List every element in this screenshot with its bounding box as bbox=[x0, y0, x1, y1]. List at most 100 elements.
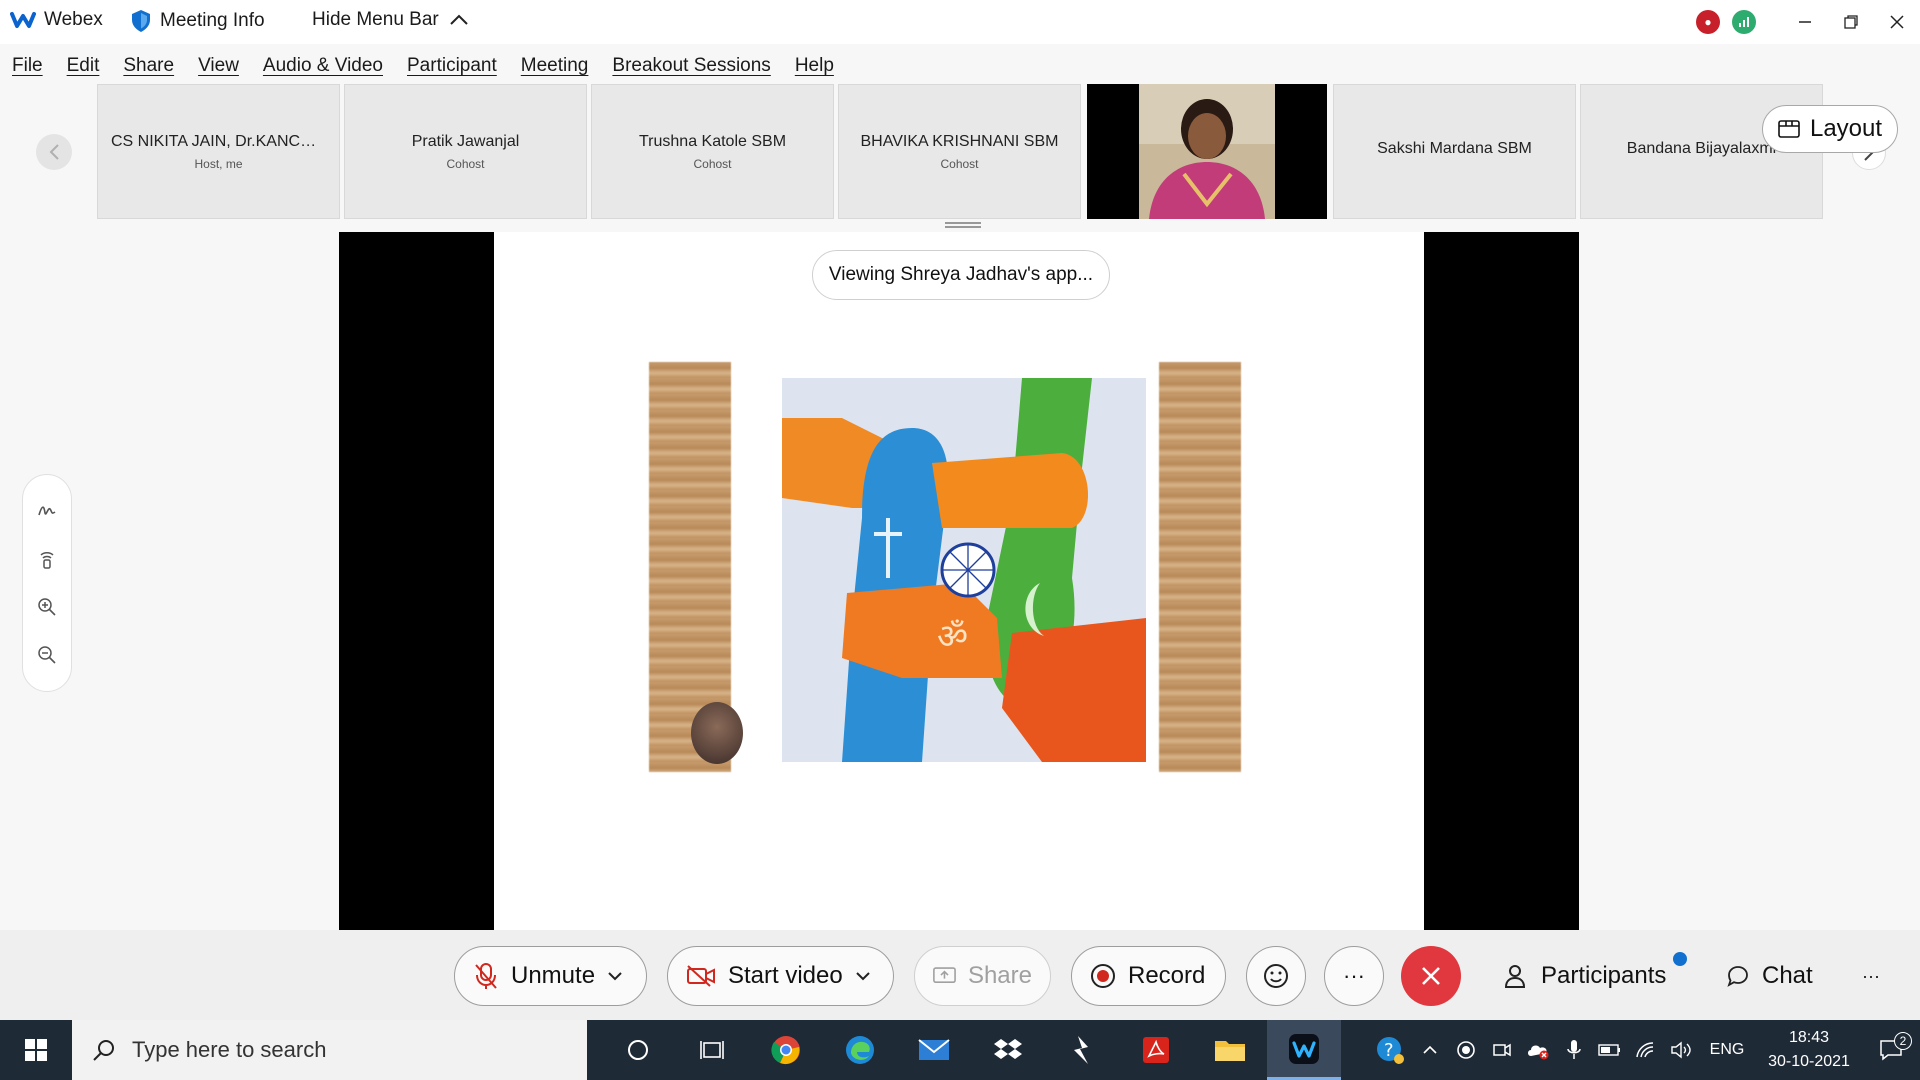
menu-edit[interactable]: Edit bbox=[67, 55, 100, 77]
search-icon bbox=[93, 1040, 114, 1061]
strip-resize-handle[interactable] bbox=[945, 222, 981, 228]
wood-panel-right bbox=[1159, 362, 1241, 772]
wifi-tray-button[interactable] bbox=[1628, 1041, 1664, 1059]
unmute-label: Unmute bbox=[511, 962, 596, 989]
meeting-info-button[interactable]: Meeting Info bbox=[130, 9, 265, 33]
shield-icon bbox=[132, 10, 150, 32]
viewing-indicator: Viewing Shreya Jadhav's app... bbox=[812, 250, 1110, 300]
start-button[interactable] bbox=[0, 1020, 72, 1080]
menu-breakout-sessions[interactable]: Breakout Sessions bbox=[612, 55, 770, 77]
share-screen-icon bbox=[933, 967, 956, 983]
participant-tile[interactable]: Pratik Jawanjal Cohost bbox=[344, 84, 587, 219]
chevron-down-icon[interactable] bbox=[607, 971, 623, 981]
restore-icon bbox=[1844, 15, 1858, 29]
dropbox-taskbar-button[interactable] bbox=[971, 1020, 1045, 1080]
chrome-taskbar-button[interactable] bbox=[749, 1020, 823, 1080]
participant-video bbox=[1139, 84, 1275, 219]
battery-tray-button[interactable] bbox=[1592, 1043, 1628, 1057]
network-health-icon[interactable] bbox=[1732, 10, 1756, 34]
dropbox-icon bbox=[994, 1039, 1022, 1059]
mail-icon bbox=[918, 1039, 950, 1060]
notification-count: 2 bbox=[1894, 1032, 1912, 1050]
shared-content-area[interactable]: Viewing Shreya Jadhav's app... ॐ bbox=[339, 232, 1579, 930]
webex-logo-icon bbox=[10, 12, 36, 28]
mail-taskbar-button[interactable] bbox=[897, 1020, 971, 1080]
participant-video-tile[interactable] bbox=[1087, 84, 1327, 219]
more-options-button[interactable]: ··· bbox=[1324, 946, 1384, 1006]
microphone-tray-button[interactable] bbox=[1556, 1039, 1592, 1061]
annotate-icon bbox=[38, 506, 56, 516]
zoom-in-button[interactable] bbox=[34, 594, 60, 620]
app-taskbar-button[interactable] bbox=[1045, 1020, 1119, 1080]
meet-now-tray-button[interactable] bbox=[1484, 1040, 1520, 1060]
share-button[interactable]: Share bbox=[914, 946, 1051, 1006]
onedrive-tray-button[interactable] bbox=[1520, 1040, 1556, 1060]
volume-tray-button[interactable] bbox=[1664, 1040, 1700, 1060]
close-window-button[interactable] bbox=[1874, 2, 1920, 42]
file-explorer-taskbar-button[interactable] bbox=[1193, 1020, 1267, 1080]
menu-audio-video[interactable]: Audio & Video bbox=[263, 55, 383, 77]
participants-panel-button[interactable]: Participants bbox=[1503, 946, 1666, 1006]
video-off-icon bbox=[687, 965, 715, 987]
minimize-button[interactable] bbox=[1782, 2, 1828, 42]
annotate-tool-button[interactable] bbox=[34, 498, 60, 524]
edge-taskbar-button[interactable] bbox=[823, 1020, 897, 1080]
taskbar-clock[interactable]: 18:43 30-10-2021 bbox=[1754, 1026, 1864, 1074]
wifi-icon bbox=[1636, 1042, 1654, 1058]
menu-bar: File Edit Share View Audio & Video Parti… bbox=[0, 48, 834, 84]
participant-tile[interactable]: Sakshi Mardana SBM bbox=[1333, 84, 1576, 219]
record-button[interactable]: Record bbox=[1071, 946, 1226, 1006]
record-circle-icon bbox=[1457, 1041, 1475, 1059]
task-view-button[interactable] bbox=[675, 1020, 749, 1080]
chat-panel-button[interactable]: Chat bbox=[1726, 946, 1813, 1006]
action-center-button[interactable]: 2 bbox=[1864, 1032, 1920, 1062]
menu-file[interactable]: File bbox=[12, 55, 43, 77]
chat-label: Chat bbox=[1762, 962, 1813, 989]
svg-text:?: ? bbox=[1384, 1040, 1394, 1061]
recording-status-icon[interactable]: ● bbox=[1696, 10, 1720, 34]
chevron-down-icon[interactable] bbox=[855, 971, 871, 981]
cortana-button[interactable] bbox=[601, 1020, 675, 1080]
windows-logo-icon bbox=[25, 1039, 47, 1061]
layout-label: Layout bbox=[1809, 115, 1883, 142]
close-icon bbox=[1422, 967, 1440, 985]
participant-name: Bandana Bijayalaxmi bbox=[1626, 139, 1777, 157]
hide-menu-bar-button[interactable]: Hide Menu Bar bbox=[312, 9, 469, 31]
panel-more-button[interactable]: ··· bbox=[1862, 946, 1880, 1006]
system-tray: ? ENG 18:43 30-10-2021 2 bbox=[1368, 1020, 1920, 1080]
close-icon bbox=[1890, 15, 1904, 29]
participant-role: Cohost bbox=[940, 156, 979, 171]
participant-name: CS NIKITA JAIN, Dr.KANCHA... bbox=[111, 132, 326, 150]
remote-control-button[interactable] bbox=[34, 546, 60, 572]
start-video-button[interactable]: Start video bbox=[667, 946, 894, 1006]
participant-tile[interactable]: Trushna Katole SBM Cohost bbox=[591, 84, 834, 219]
menu-meeting[interactable]: Meeting bbox=[521, 55, 589, 77]
record-tray-button[interactable] bbox=[1448, 1040, 1484, 1060]
record-label: Record bbox=[1128, 962, 1206, 989]
acrobat-taskbar-button[interactable] bbox=[1119, 1020, 1193, 1080]
show-hidden-icons-button[interactable] bbox=[1412, 1045, 1448, 1055]
unity-hands-drawing: ॐ bbox=[782, 378, 1146, 762]
participant-tile[interactable]: BHAVIKA KRISHNANI SBM Cohost bbox=[838, 84, 1081, 219]
menu-share[interactable]: Share bbox=[123, 55, 174, 77]
webex-taskbar-button[interactable] bbox=[1267, 1020, 1341, 1080]
participant-tile[interactable]: CS NIKITA JAIN, Dr.KANCHA... Host, me bbox=[97, 84, 340, 219]
unmute-button[interactable]: Unmute bbox=[454, 946, 647, 1006]
participant-name: Trushna Katole SBM bbox=[638, 132, 787, 150]
menu-view[interactable]: View bbox=[198, 55, 239, 77]
leave-meeting-button[interactable] bbox=[1401, 946, 1461, 1006]
zoom-out-button[interactable] bbox=[34, 642, 60, 668]
reactions-button[interactable] bbox=[1246, 946, 1306, 1006]
help-tray-button[interactable]: ? bbox=[1368, 1035, 1412, 1065]
menu-participant[interactable]: Participant bbox=[407, 55, 497, 77]
layout-button[interactable]: Layout bbox=[1762, 105, 1898, 153]
clock-date: 30-10-2021 bbox=[1768, 1053, 1850, 1070]
person-icon bbox=[1504, 965, 1526, 988]
input-language-indicator[interactable]: ENG bbox=[1700, 1041, 1754, 1059]
restore-button[interactable] bbox=[1828, 2, 1874, 42]
share-label: Share bbox=[967, 962, 1032, 989]
strip-prev-button[interactable] bbox=[36, 134, 72, 170]
taskbar-search-box[interactable]: Type here to search bbox=[72, 1020, 587, 1080]
smiley-icon bbox=[1264, 964, 1288, 988]
menu-help[interactable]: Help bbox=[795, 55, 834, 77]
